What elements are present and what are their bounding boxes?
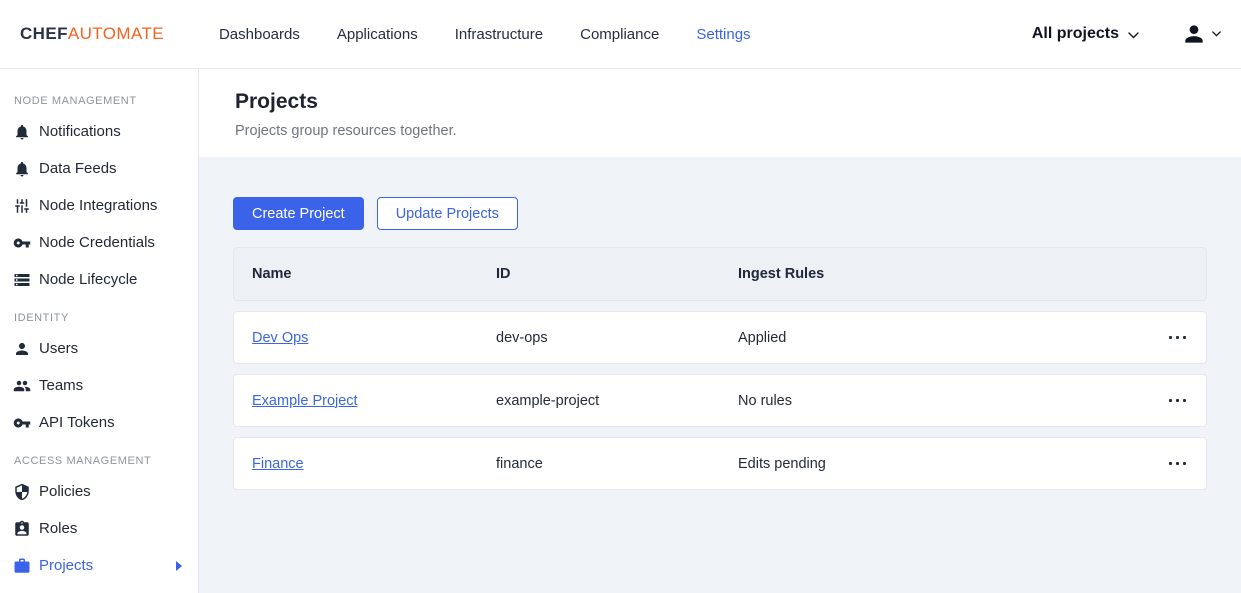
sidebar-item-roles[interactable]: Roles <box>0 510 198 547</box>
sidebar-item-users[interactable]: Users <box>0 330 198 367</box>
project-id: dev-ops <box>496 330 738 346</box>
sidebar-item-label: Notifications <box>39 123 121 140</box>
nav-settings[interactable]: Settings <box>696 26 750 43</box>
briefcase-icon <box>13 557 31 575</box>
column-header-id: ID <box>496 266 738 282</box>
page-title: Projects <box>235 90 1241 114</box>
column-header-ingest-rules: Ingest Rules <box>738 266 1160 282</box>
page-subtitle: Projects group resources together. <box>235 123 1241 139</box>
shield-icon <box>13 483 31 501</box>
sidebar-item-label: Users <box>39 340 78 357</box>
sidebar-item-data-feeds[interactable]: Data Feeds <box>0 150 198 187</box>
table-row: Dev Ops dev-ops Applied <box>233 311 1207 364</box>
sidebar-item-projects[interactable]: Projects <box>0 547 198 584</box>
sidebar-item-teams[interactable]: Teams <box>0 367 198 404</box>
projects-filter-dropdown[interactable]: All projects <box>1032 25 1139 43</box>
sidebar-item-label: Projects <box>39 557 93 574</box>
sidebar-item-label: API Tokens <box>39 414 115 431</box>
project-ingest-rules: Edits pending <box>738 456 1160 472</box>
main-content: Projects Projects group resources togeth… <box>199 69 1241 593</box>
chevron-down-icon <box>1128 32 1139 39</box>
key-icon <box>13 234 31 252</box>
row-menu-button[interactable] <box>1167 330 1189 346</box>
logo-automate-text: AUTOMATE <box>68 24 164 43</box>
user-avatar-icon <box>1181 21 1207 47</box>
sidebar-item-label: Roles <box>39 520 77 537</box>
page-header: Projects Projects group resources togeth… <box>199 69 1241 157</box>
ellipsis-icon <box>1169 336 1187 340</box>
table-header-row: Name ID Ingest Rules <box>233 247 1207 301</box>
sidebar-item-label: Policies <box>39 483 91 500</box>
nav-compliance[interactable]: Compliance <box>580 26 659 43</box>
project-link[interactable]: Finance <box>252 456 304 472</box>
chevron-down-icon <box>1212 31 1221 37</box>
projects-filter-label: All projects <box>1032 25 1119 43</box>
sidebar-item-node-lifecycle[interactable]: Node Lifecycle <box>0 261 198 298</box>
chevron-right-icon[interactable] <box>176 561 182 571</box>
nav-infrastructure[interactable]: Infrastructure <box>455 26 543 43</box>
sliders-icon <box>13 197 31 215</box>
content-area: Create Project Update Projects Name ID I… <box>199 157 1241 593</box>
sidebar-item-label: Node Lifecycle <box>39 271 137 288</box>
person-icon <box>13 340 31 358</box>
sidebar-section-identity: IDENTITY <box>0 298 198 330</box>
key-icon <box>13 414 31 432</box>
project-id: finance <box>496 456 738 472</box>
update-projects-button[interactable]: Update Projects <box>377 197 518 230</box>
nav-dashboards[interactable]: Dashboards <box>219 26 300 43</box>
chef-automate-logo[interactable]: CHEFAUTOMATE <box>20 24 164 44</box>
sidebar-item-api-tokens[interactable]: API Tokens <box>0 404 198 441</box>
top-bar-right: All projects <box>1032 21 1221 47</box>
sidebar-item-label: Data Feeds <box>39 160 117 177</box>
user-menu[interactable] <box>1181 21 1221 47</box>
sidebar-item-label: Node Credentials <box>39 234 155 251</box>
nav-applications[interactable]: Applications <box>337 26 418 43</box>
storage-icon <box>13 271 31 289</box>
project-ingest-rules: No rules <box>738 393 1160 409</box>
projects-table: Name ID Ingest Rules Dev Ops dev-ops App… <box>233 247 1207 490</box>
project-ingest-rules: Applied <box>738 330 1160 346</box>
ellipsis-icon <box>1169 462 1187 466</box>
projects-toolbar: Create Project Update Projects <box>233 197 1207 230</box>
top-bar: CHEFAUTOMATE Dashboards Applications Inf… <box>0 0 1241 69</box>
sidebar-item-policies[interactable]: Policies <box>0 473 198 510</box>
create-project-button[interactable]: Create Project <box>233 197 364 230</box>
sidebar-item-node-integrations[interactable]: Node Integrations <box>0 187 198 224</box>
column-header-name: Name <box>252 266 496 282</box>
bell-icon <box>13 160 31 178</box>
logo-chef-text: CHEF <box>20 24 68 43</box>
badge-icon <box>13 520 31 538</box>
sidebar-item-node-credentials[interactable]: Node Credentials <box>0 224 198 261</box>
table-row: Example Project example-project No rules <box>233 374 1207 427</box>
row-menu-button[interactable] <box>1167 456 1189 472</box>
project-link[interactable]: Example Project <box>252 393 358 409</box>
people-icon <box>13 377 31 395</box>
bell-icon <box>13 123 31 141</box>
sidebar-item-label: Node Integrations <box>39 197 157 214</box>
table-row: Finance finance Edits pending <box>233 437 1207 490</box>
sidebar-section-access-management: ACCESS MANAGEMENT <box>0 441 198 473</box>
top-navigation: Dashboards Applications Infrastructure C… <box>219 26 751 43</box>
settings-sidebar: NODE MANAGEMENT Notifications Data Feeds… <box>0 69 199 593</box>
ellipsis-icon <box>1169 399 1187 403</box>
sidebar-item-label: Teams <box>39 377 83 394</box>
project-link[interactable]: Dev Ops <box>252 330 308 346</box>
sidebar-item-notifications[interactable]: Notifications <box>0 113 198 150</box>
project-id: example-project <box>496 393 738 409</box>
row-menu-button[interactable] <box>1167 393 1189 409</box>
sidebar-section-node-management: NODE MANAGEMENT <box>0 83 198 113</box>
